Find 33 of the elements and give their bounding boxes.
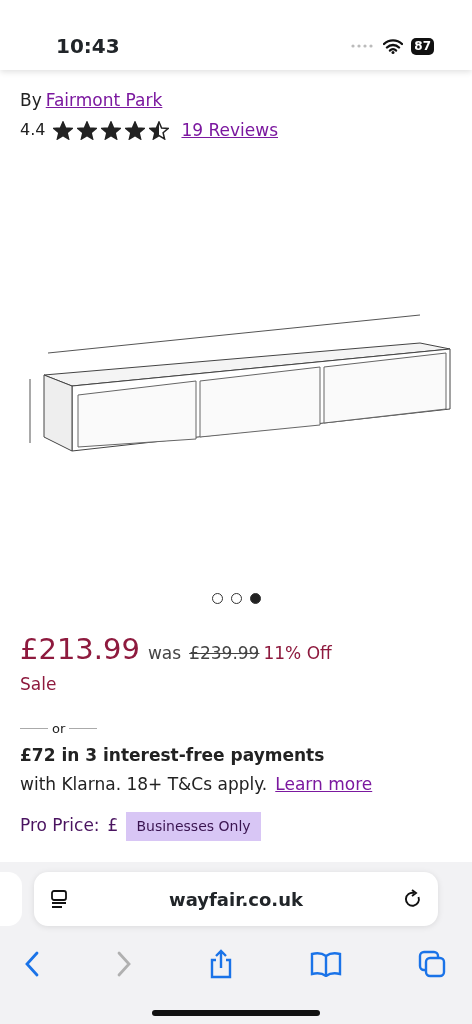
url-text: wayfair.co.uk <box>169 887 303 912</box>
klarna-terms: with Klarna. 18+ T&Cs apply. <box>20 773 268 796</box>
back-icon[interactable] <box>24 951 40 977</box>
star-icon <box>149 120 170 140</box>
klarna-title: £72 in 3 interest-free payments <box>20 743 325 767</box>
by-label: By <box>20 89 42 112</box>
learn-more-link[interactable]: Learn more <box>275 772 373 798</box>
clock: 10:43 <box>56 33 120 60</box>
was-price: £239.99 <box>189 642 260 665</box>
star-icon <box>125 120 146 140</box>
star-icon <box>101 120 122 140</box>
reload-icon[interactable] <box>404 889 422 909</box>
price: £213.99 <box>20 631 140 668</box>
discount-label: 11% Off <box>263 642 332 665</box>
wifi-icon <box>383 38 404 54</box>
sale-label: Sale <box>20 672 57 696</box>
star-icon <box>77 120 98 140</box>
battery-indicator: 87 <box>411 37 434 55</box>
pro-price-label: Pro Price: <box>20 814 100 838</box>
carousel-dot[interactable] <box>249 593 261 604</box>
tabs-icon[interactable] <box>418 950 446 978</box>
reader-icon[interactable] <box>50 890 68 908</box>
was-label: was <box>147 642 182 665</box>
brand-link[interactable]: Fairmont Park <box>45 88 163 114</box>
rating-value: 4.4 <box>20 119 46 142</box>
star-icon <box>53 120 74 140</box>
pro-price-currency: £ <box>107 814 119 838</box>
address-bar[interactable]: wayfair.co.uk <box>34 872 438 926</box>
book-icon[interactable] <box>310 951 342 977</box>
businesses-only-badge: Businesses Only <box>126 811 261 841</box>
reviews-link[interactable]: 19 Reviews <box>181 117 278 143</box>
share-icon[interactable] <box>208 949 234 979</box>
or-divider-label: or <box>52 720 66 738</box>
